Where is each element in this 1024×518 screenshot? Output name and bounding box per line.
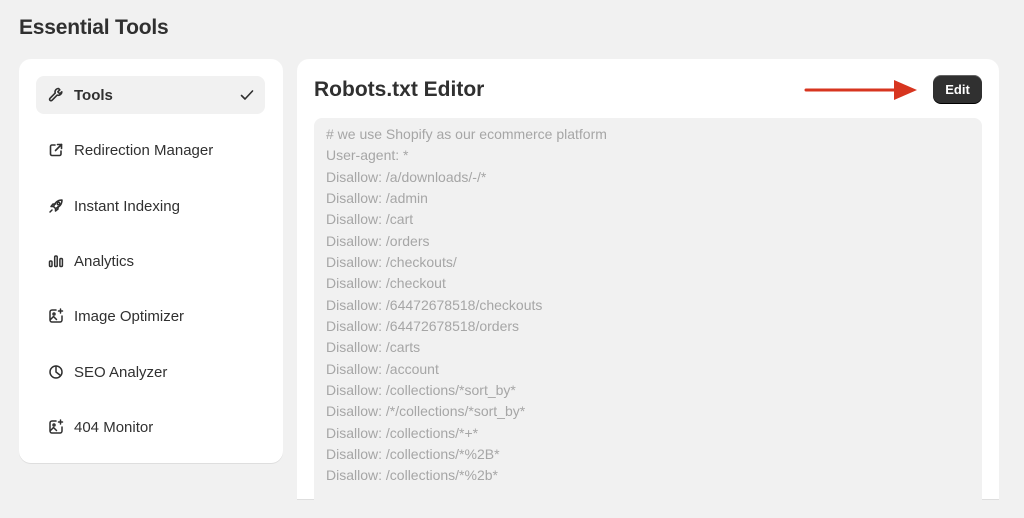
code-line: Disallow: /64472678518/orders	[326, 318, 520, 334]
code-line: Disallow: /orders	[326, 233, 430, 249]
image-sparkle-icon	[47, 418, 65, 436]
code-line: Disallow: /checkout	[326, 275, 446, 291]
sidebar-item-404-monitor[interactable]: 404 Monitor	[36, 408, 265, 446]
code-line: Disallow: /collections/*+*	[326, 425, 479, 441]
red-arrow-annotation-icon	[804, 80, 917, 100]
sidebar-item-label: Redirection Manager	[74, 141, 214, 159]
code-line: Disallow: /*/collections/*sort_by*	[326, 403, 526, 419]
code-line: Disallow: /cart	[326, 211, 414, 227]
edit-button[interactable]: Edit	[933, 75, 982, 103]
target-icon	[47, 363, 65, 381]
sidebar-item-seo-analyzer[interactable]: SEO Analyzer	[36, 353, 265, 391]
sidebar-item-label: Analytics	[74, 252, 135, 270]
bar-chart-icon	[47, 252, 65, 270]
robots-editor-card: Robots.txt Editor Edit # we use Shopify …	[297, 59, 999, 518]
code-line: Disallow: /carts	[326, 339, 421, 355]
code-line: Disallow: /admin	[326, 190, 428, 206]
code-line: Disallow: /account	[326, 361, 439, 377]
wrench-icon	[47, 86, 65, 104]
code-line: User-agent: *	[326, 147, 409, 163]
code-line: Disallow: /collections/*sort_by*	[326, 382, 516, 398]
checkmark-icon	[239, 87, 255, 103]
sidebar-item-redirection-manager[interactable]: Redirection Manager	[36, 131, 265, 169]
code-line: Disallow: /64472678518/checkouts	[326, 297, 543, 313]
sidebar-item-label: Tools	[74, 86, 113, 104]
sidebar-item-instant-indexing[interactable]: Instant Indexing	[36, 187, 265, 225]
sidebar-item-tools[interactable]: Tools	[36, 76, 265, 114]
sidebar-item-image-optimizer[interactable]: Image Optimizer	[36, 297, 265, 335]
image-sparkle-icon	[47, 307, 65, 325]
sidebar-item-label: Instant Indexing	[74, 197, 180, 215]
external-link-icon	[47, 141, 65, 159]
code-line: Disallow: /a/downloads/-/*	[326, 169, 487, 185]
sidebar-item-label: 404 Monitor	[74, 418, 154, 436]
editor-title: Robots.txt Editor	[314, 78, 485, 101]
sidebar-item-label: Image Optimizer	[74, 307, 185, 325]
code-line: # we use Shopify as our ecommerce platfo…	[326, 126, 607, 142]
robots-txt-textarea[interactable]: # we use Shopify as our ecommerce platfo…	[314, 118, 982, 518]
rocket-icon	[47, 197, 65, 215]
sidebar-item-label: SEO Analyzer	[74, 363, 168, 381]
sidebar: Tools Redirection Manager Instant Indexi…	[19, 59, 283, 463]
sidebar-item-analytics[interactable]: Analytics	[36, 242, 265, 280]
code-line: Disallow: /collections/*%2b*	[326, 467, 498, 483]
code-line: Disallow: /collections/*%2B*	[326, 446, 500, 462]
page-title: Essential Tools	[19, 16, 169, 39]
code-line: Disallow: /checkouts/	[326, 254, 457, 270]
